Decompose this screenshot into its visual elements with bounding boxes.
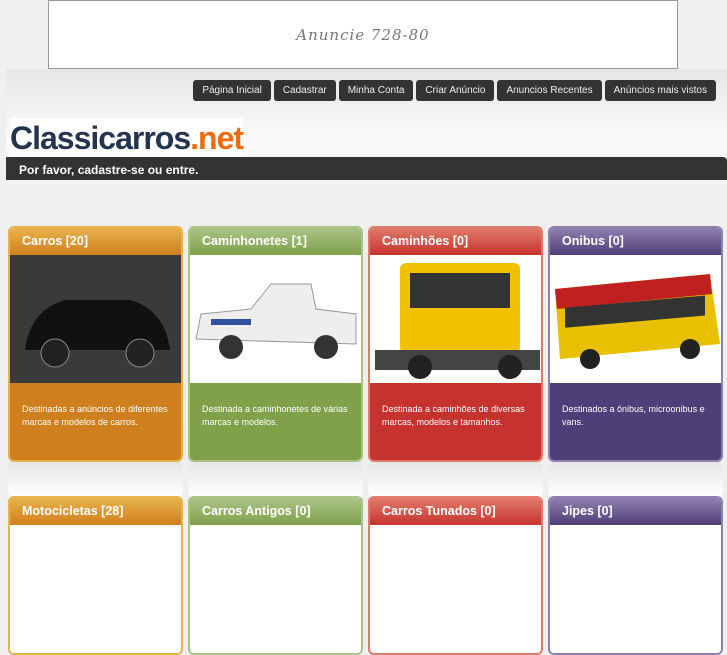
category-description: Destinados a ônibus, microonibus e vans. (550, 383, 721, 460)
nav-create-ad[interactable]: Criar Anúncio (416, 80, 495, 101)
category-card[interactable]: Carros Antigos [0] (188, 496, 363, 655)
card-reflection (368, 462, 543, 497)
ad-text: Anuncie 728-80 (296, 25, 430, 44)
category-title[interactable]: Caminhões [0] (370, 228, 541, 255)
nav-my-account[interactable]: Minha Conta (338, 80, 414, 101)
login-bar: Por favor, cadastre-se ou entre. (6, 157, 727, 180)
nav-most-viewed[interactable]: Anúncios mais vistos (604, 80, 716, 101)
tuned-car-image[interactable] (370, 525, 541, 653)
logo-tld: .net (190, 120, 244, 156)
bus-image[interactable] (550, 255, 721, 383)
logo[interactable]: Classicarros.net (10, 118, 244, 158)
category-title[interactable]: Onibus [0] (550, 228, 721, 255)
category-title[interactable]: Motocicletas [28] (10, 498, 181, 525)
jeep-image[interactable] (550, 525, 721, 653)
nav-home[interactable]: Página Inicial (193, 80, 271, 101)
card-reflection (188, 462, 363, 497)
category-title[interactable]: Caminhonetes [1] (190, 228, 361, 255)
category-card[interactable]: Caminhonetes [1] Destinada a caminhonete… (188, 226, 363, 462)
category-card[interactable]: Carros Tunados [0] (368, 496, 543, 655)
category-card[interactable]: Jipes [0] (548, 496, 723, 655)
top-nav: Página Inicial Cadastrar Minha Conta Cri… (193, 80, 716, 101)
category-card[interactable]: Carros [20] Destinadas a anúncios de dif… (8, 226, 183, 462)
category-card[interactable]: Motocicletas [28] (8, 496, 183, 655)
card-reflection (8, 462, 183, 497)
card-reflection (548, 462, 723, 497)
category-description: Destinada a caminhonetes de várias marca… (190, 383, 361, 460)
category-card[interactable]: Onibus [0] Destinados a ônibus, microoni… (548, 226, 723, 462)
header: Página Inicial Cadastrar Minha Conta Cri… (6, 69, 727, 185)
pickup-image[interactable] (190, 255, 361, 383)
category-card[interactable]: Caminhões [0] Destinada a caminhões de d… (368, 226, 543, 462)
category-title[interactable]: Carros Tunados [0] (370, 498, 541, 525)
category-description: Destinadas a anúncios de diferentes marc… (10, 383, 181, 460)
nav-recent-ads[interactable]: Anuncios Recentes (497, 80, 602, 101)
category-title[interactable]: Carros [20] (10, 228, 181, 255)
nav-register[interactable]: Cadastrar (273, 80, 336, 101)
ad-banner[interactable]: Anuncie 728-80 (48, 0, 678, 69)
login-prompt[interactable]: Por favor, cadastre-se ou entre. (19, 163, 198, 177)
category-title[interactable]: Jipes [0] (550, 498, 721, 525)
logo-main: Classicarros (10, 120, 191, 156)
truck-image[interactable] (370, 255, 541, 383)
classic-car-image[interactable] (190, 525, 361, 653)
motorcycle-image[interactable] (10, 525, 181, 653)
category-description: Destinada a caminhões de diversas marcas… (370, 383, 541, 460)
category-title[interactable]: Carros Antigos [0] (190, 498, 361, 525)
car-image[interactable] (10, 255, 181, 383)
